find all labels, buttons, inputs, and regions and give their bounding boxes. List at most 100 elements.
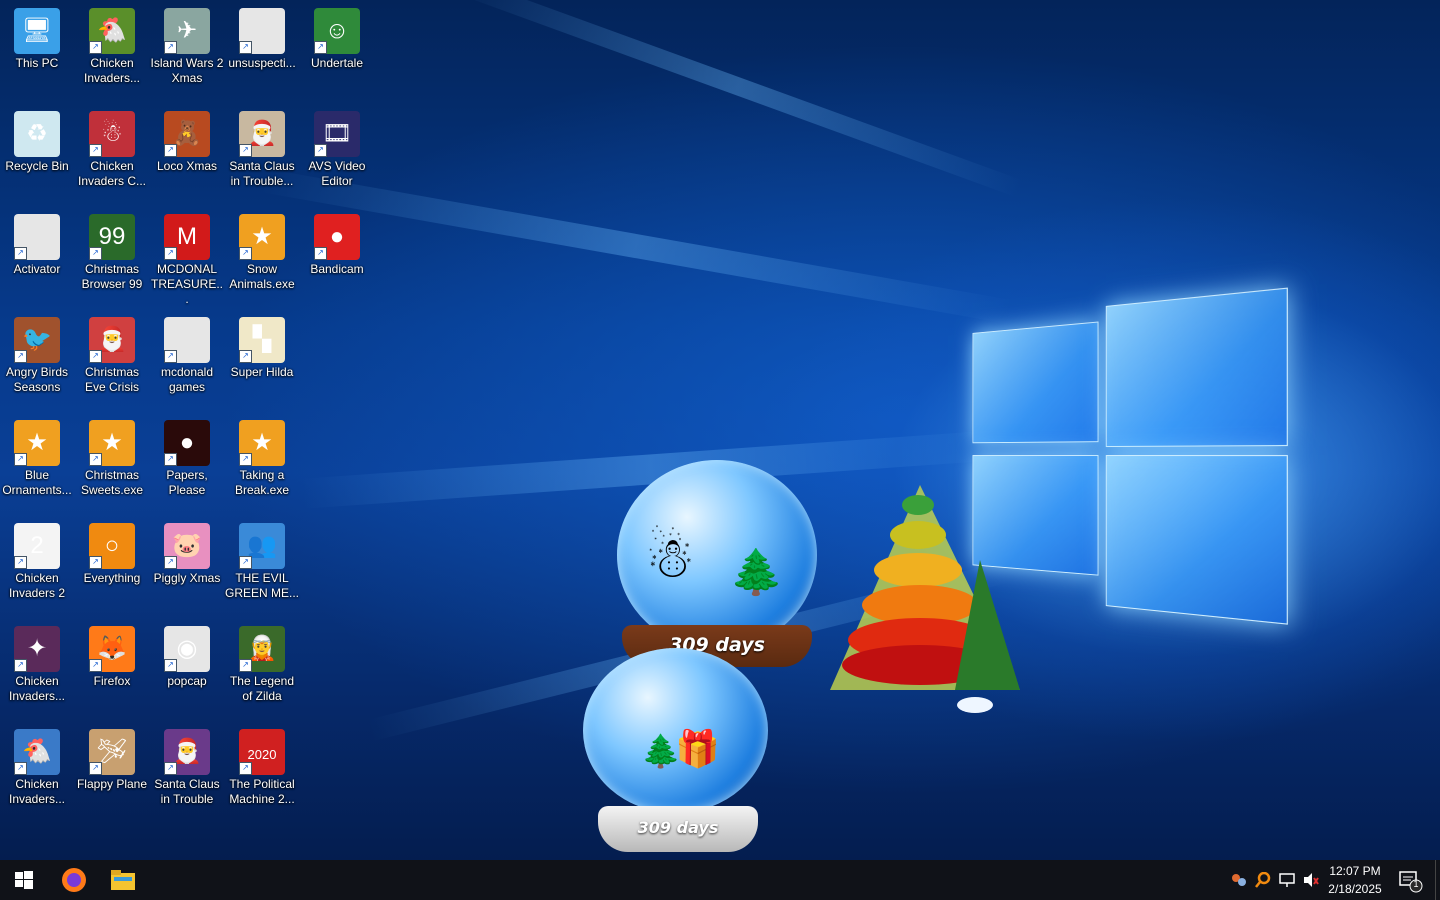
desktop-icon[interactable]: ★ ↗ Taking a Break.exe: [225, 412, 299, 498]
desktop-icon[interactable]: M ↗ MCDONAL TREASURE...: [150, 206, 224, 307]
icon-glyph: 2020: [247, 747, 277, 762]
desktop-icon[interactable]: ♻ Recycle Bin: [0, 103, 74, 174]
shortcut-arrow-icon: ↗: [14, 247, 27, 260]
desktop-icon[interactable]: ★ ↗ Blue Ornaments...: [0, 412, 74, 498]
desktop-icon[interactable]: 🛩 ↗ Flappy Plane: [75, 721, 149, 792]
desktop-icon[interactable]: 🐔 ↗ Chicken Invaders...: [75, 0, 149, 86]
desktop-icon-label: Santa Claus in Trouble...: [229, 159, 295, 188]
icon-glyph: ●: [179, 429, 195, 456]
shortcut-arrow-icon: ↗: [164, 659, 177, 672]
desktop-icon-label: MCDONAL TREASURE...: [150, 262, 223, 306]
desktop-icon-label: Chicken Invaders C...: [77, 159, 147, 188]
political-machine-icon: 2020 ↗: [239, 729, 285, 775]
desktop-icon[interactable]: 🖥 This PC: [0, 0, 74, 71]
desktop-icon-label: popcap: [167, 674, 207, 688]
network-icon[interactable]: [1279, 872, 1295, 888]
desktop-icon[interactable]: 2020 ↗ The Political Machine 2...: [225, 721, 299, 807]
desktop-icon[interactable]: 2 ↗ Chicken Invaders 2: [0, 515, 74, 601]
clock-date: 2/18/2025: [1328, 882, 1382, 896]
desktop-icon[interactable]: ✦ ↗ Chicken Invaders...: [0, 618, 74, 704]
firefox-taskbar-icon: [62, 868, 86, 892]
desktop-icon[interactable]: ↗ unsuspecti...: [225, 0, 299, 71]
desktop-icon[interactable]: ● ↗ Bandicam: [300, 206, 374, 277]
shortcut-arrow-icon: ↗: [164, 762, 177, 775]
action-center-button[interactable]: 1: [1396, 860, 1424, 900]
desktop-icon[interactable]: 🐦 ↗ Angry Birds Seasons: [0, 309, 74, 395]
desktop-icon[interactable]: ● ↗ Papers, Please: [150, 412, 224, 498]
desktop-icon[interactable]: ○ ↗ Everything: [75, 515, 149, 586]
shortcut-arrow-icon: ↗: [89, 762, 102, 775]
shortcut-arrow-icon: ↗: [89, 453, 102, 466]
undertale-icon: ☺ ↗: [314, 8, 360, 54]
christmas-tree-gadget[interactable]: [830, 465, 1030, 720]
icon-glyph: 🛩: [96, 738, 128, 765]
desktop-icon[interactable]: ★ ↗ Christmas Sweets.exe: [75, 412, 149, 498]
icon-glyph: ✈: [176, 17, 198, 44]
desktop-icon-label: Christmas Sweets.exe: [80, 468, 144, 497]
chicken-invaders-icon: 🐔 ↗: [89, 8, 135, 54]
snow-globe-base: 309 days: [598, 806, 758, 852]
icon-glyph: ☺: [324, 17, 350, 44]
desktop-icon[interactable]: ▚ ↗ Super Hilda: [225, 309, 299, 380]
icon-glyph: 🧸: [172, 120, 202, 147]
everything-search-icon: ○ ↗: [89, 523, 135, 569]
desktop-icon[interactable]: 🧝 ↗ The Legend of Zilda: [225, 618, 299, 704]
shortcut-arrow-icon: ↗: [239, 247, 252, 260]
snow-globe-gadget-bottom[interactable]: 🎁 🌲 309 days: [578, 648, 778, 858]
desktop-icon[interactable]: ◉ ↗ popcap: [150, 618, 224, 689]
pine-tree-icon: 🌲: [641, 733, 681, 769]
desktop-icon[interactable]: 99 ↗ Christmas Browser 99: [75, 206, 149, 292]
snow-globe-gadget-top[interactable]: ☃ 🌲 309 days: [612, 460, 822, 675]
shortcut-arrow-icon: ↗: [239, 453, 252, 466]
icon-glyph: 99: [98, 223, 126, 250]
christmas-browser-icon: 99 ↗: [89, 214, 135, 260]
desktop-icon[interactable]: 🎅 ↗ Santa Claus in Trouble: [150, 721, 224, 807]
desktop-icon-label: Activator: [13, 262, 61, 276]
volume-muted-icon[interactable]: [1303, 872, 1319, 888]
desktop-icon[interactable]: 🎅 ↗ Christmas Eve Crisis: [75, 309, 149, 395]
taskbar-file-explorer-button[interactable]: [99, 860, 147, 900]
shortcut-arrow-icon: ↗: [164, 247, 177, 260]
blue-ornaments-icon: ★ ↗: [14, 420, 60, 466]
everything-tray-icon[interactable]: [1255, 871, 1271, 888]
taskbar-firefox-button[interactable]: [50, 860, 98, 900]
desktop-icon[interactable]: 🐷 ↗ Piggly Xmas: [150, 515, 224, 586]
show-desktop-button[interactable]: [1435, 860, 1440, 900]
desktop-icon-label: Christmas Eve Crisis: [84, 365, 139, 394]
tray-app-icon[interactable]: [1231, 872, 1247, 888]
icon-glyph: 🎅: [172, 738, 202, 765]
shortcut-arrow-icon: ↗: [89, 350, 102, 363]
desktop-icon-label: mcdonald games: [160, 365, 214, 394]
santa-claus-icon: 🎅 ↗: [239, 111, 285, 157]
desktop-icon[interactable]: 🎞 ↗ AVS Video Editor: [300, 103, 374, 189]
desktop-icon[interactable]: ☺ ↗ Undertale: [300, 0, 374, 71]
angry-birds-seasons-icon: 🐦 ↗: [14, 317, 60, 363]
desktop-icon-label: Chicken Invaders...: [8, 674, 66, 703]
taskbar: 12:07 PM 2/18/2025 1: [0, 860, 1440, 900]
activator-file-icon: ↗: [14, 214, 60, 260]
desktop-icon[interactable]: ↗ Activator: [0, 206, 74, 277]
shortcut-arrow-icon: ↗: [89, 556, 102, 569]
icon-glyph: 2: [30, 532, 44, 559]
shortcut-arrow-icon: ↗: [14, 556, 27, 569]
desktop-icon[interactable]: 🧸 ↗ Loco Xmas: [150, 103, 224, 174]
desktop-icon[interactable]: ☃ ↗ Chicken Invaders C...: [75, 103, 149, 189]
desktop-icon-label: Island Wars 2 Xmas: [150, 56, 224, 85]
desktop-icon-label: This PC: [15, 56, 59, 70]
taskbar-clock[interactable]: 12:07 PM 2/18/2025: [1318, 862, 1392, 898]
desktop-icon[interactable]: ★ ↗ Snow Animals.exe: [225, 206, 299, 292]
desktop-icon[interactable]: 👥 ↗ THE EVIL GREEN ME...: [225, 515, 299, 601]
shortcut-arrow-icon: ↗: [164, 556, 177, 569]
desktop-icon[interactable]: 🦊 ↗ Firefox: [75, 618, 149, 689]
desktop-icon[interactable]: ✈ ↗ Island Wars 2 Xmas: [150, 0, 224, 86]
shortcut-arrow-icon: ↗: [314, 41, 327, 54]
shortcut-arrow-icon: ↗: [164, 144, 177, 157]
desktop-icon[interactable]: 🐔 ↗ Chicken Invaders...: [0, 721, 74, 807]
desktop-icon[interactable]: ↗ mcdonald games: [150, 309, 224, 395]
shortcut-arrow-icon: ↗: [89, 659, 102, 672]
recycle-bin-icon: ♻: [14, 111, 60, 157]
desktop-icon[interactable]: 🎅 ↗ Santa Claus in Trouble...: [225, 103, 299, 189]
snow-animals-icon: ★ ↗: [239, 214, 285, 260]
start-button[interactable]: [0, 860, 48, 900]
desktop-icon-label: The Political Machine 2...: [229, 777, 295, 806]
